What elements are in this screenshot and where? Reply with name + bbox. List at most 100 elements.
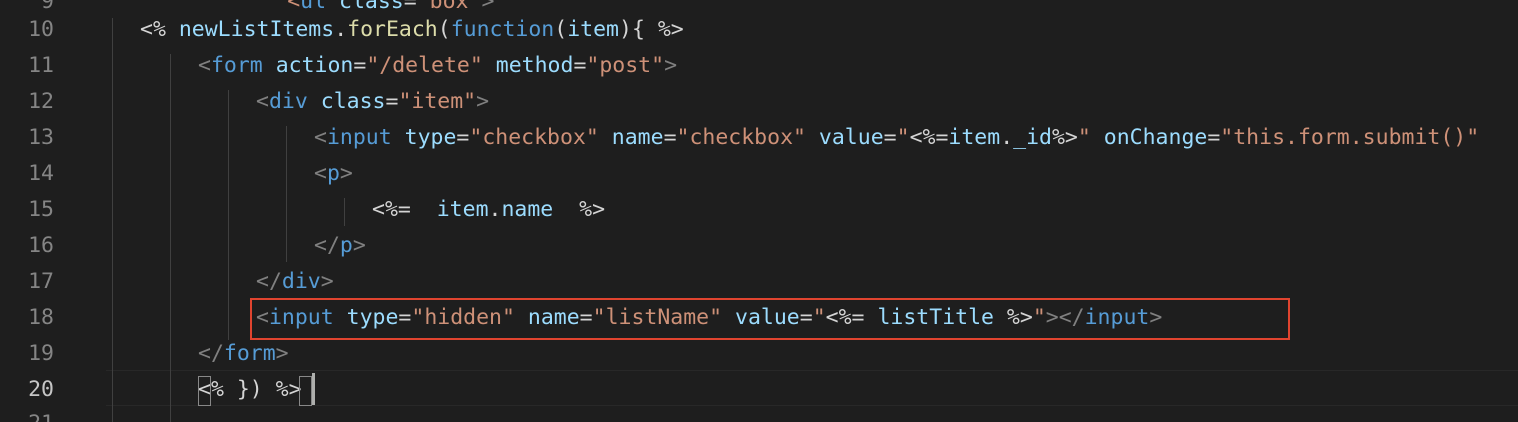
- code-token: action: [275, 53, 354, 78]
- code-token: .: [488, 197, 502, 222]
- code-text: </p>: [314, 228, 366, 264]
- indent-guide: [112, 18, 113, 422]
- code-token: "checkbox": [469, 125, 599, 150]
- code-token: <: [314, 161, 327, 186]
- code-token: =: [573, 53, 587, 78]
- code-token: <%=: [372, 197, 411, 222]
- code-token: name: [611, 125, 664, 150]
- code-token: name: [501, 197, 554, 222]
- code-token: method: [495, 53, 574, 78]
- code-text: <input type="checkbox" name="checkbox" v…: [314, 120, 1479, 156]
- code-token: "checkbox": [676, 125, 806, 150]
- code-token: _id: [1013, 125, 1052, 150]
- code-token: class: [320, 89, 386, 114]
- code-token: </: [256, 269, 282, 294]
- code-token: ){: [619, 17, 658, 42]
- code-token: <%: [140, 17, 166, 42]
- code-line[interactable]: 10 <% newListItems.forEach(function(item)…: [0, 12, 1518, 48]
- code-text: <form action="/delete" method="post">: [198, 48, 677, 84]
- code-editor[interactable]: 9 <ul class="box"> 10 <% newListItems.forE…: [0, 0, 1518, 422]
- code-token: >: [476, 89, 490, 114]
- code-token: .: [1000, 125, 1014, 150]
- annotation-highlight-box: [250, 298, 1290, 340]
- code-token: newListItems: [178, 17, 335, 42]
- code-token: "post": [586, 53, 665, 78]
- code-token: </: [314, 233, 340, 258]
- code-token: "this.form.submit()": [1220, 125, 1480, 150]
- code-token: value: [818, 125, 884, 150]
- code-text: <% newListItems.forEach(function(item){ …: [140, 12, 684, 48]
- code-token: =: [456, 125, 470, 150]
- code-line[interactable]: 20 <% }) %>: [0, 372, 1518, 408]
- code-token: div: [268, 89, 308, 114]
- code-text: <p>: [314, 156, 353, 192]
- code-token: function: [450, 17, 555, 42]
- code-token: onChange: [1103, 125, 1208, 150]
- code-token: form: [223, 341, 276, 366]
- code-token: %>: [579, 197, 606, 222]
- code-token: </: [198, 341, 224, 366]
- code-token: ": [896, 125, 910, 150]
- line-number: 20: [28, 377, 54, 402]
- line-number: 17: [28, 269, 54, 294]
- code-text: </div>: [256, 264, 334, 300]
- code-token: (: [554, 17, 568, 42]
- code-token: ": [1077, 125, 1091, 150]
- bracket-match-open: [198, 376, 211, 406]
- code-token: "item": [398, 89, 477, 114]
- code-token: p: [339, 233, 353, 258]
- code-text: <div class="item">: [256, 84, 489, 120]
- code-token: item: [567, 17, 619, 42]
- code-token: type: [404, 125, 457, 150]
- code-token: =: [353, 53, 367, 78]
- line-number: 18: [28, 305, 54, 330]
- code-token: =: [385, 89, 399, 114]
- bracket-match-close: [299, 376, 312, 406]
- code-token: >: [664, 53, 678, 78]
- code-token: %>: [1051, 125, 1078, 150]
- code-token: >: [339, 161, 353, 186]
- code-line[interactable]: 21: [0, 406, 1518, 422]
- code-token: <%=: [909, 125, 949, 150]
- line-number: 14: [28, 161, 54, 186]
- line-number: 15: [28, 197, 54, 222]
- code-token: =: [1207, 125, 1221, 150]
- code-token: form: [210, 53, 263, 78]
- code-token: =: [883, 125, 897, 150]
- code-token: >: [275, 341, 289, 366]
- code-line[interactable]: 11 <form action="/delete" method="post">: [0, 48, 1518, 84]
- code-token: <: [256, 89, 269, 114]
- code-token: <: [314, 125, 327, 150]
- code-text: </form>: [198, 336, 289, 372]
- code-token: %>: [657, 17, 684, 42]
- code-token: item: [436, 197, 489, 222]
- code-text: <%= item.name %>: [372, 192, 605, 228]
- line-number: 21: [0, 406, 54, 422]
- indent-guide: [286, 126, 287, 262]
- code-line[interactable]: 19 </form>: [0, 336, 1518, 372]
- indent-guide: [344, 198, 345, 226]
- code-token: (: [437, 17, 451, 42]
- code-token: div: [281, 269, 321, 294]
- code-token: p: [326, 161, 340, 186]
- line-number: 16: [28, 233, 54, 258]
- line-number: 12: [28, 89, 54, 114]
- code-token: input: [326, 125, 392, 150]
- line-number: 19: [28, 341, 54, 366]
- indent-guide: [228, 90, 229, 340]
- text-cursor: [312, 373, 315, 405]
- code-text: <% }) %>: [198, 372, 302, 408]
- code-token: >: [320, 269, 334, 294]
- code-token: =: [663, 125, 677, 150]
- line-number: 11: [28, 53, 54, 78]
- code-token: }): [223, 377, 276, 402]
